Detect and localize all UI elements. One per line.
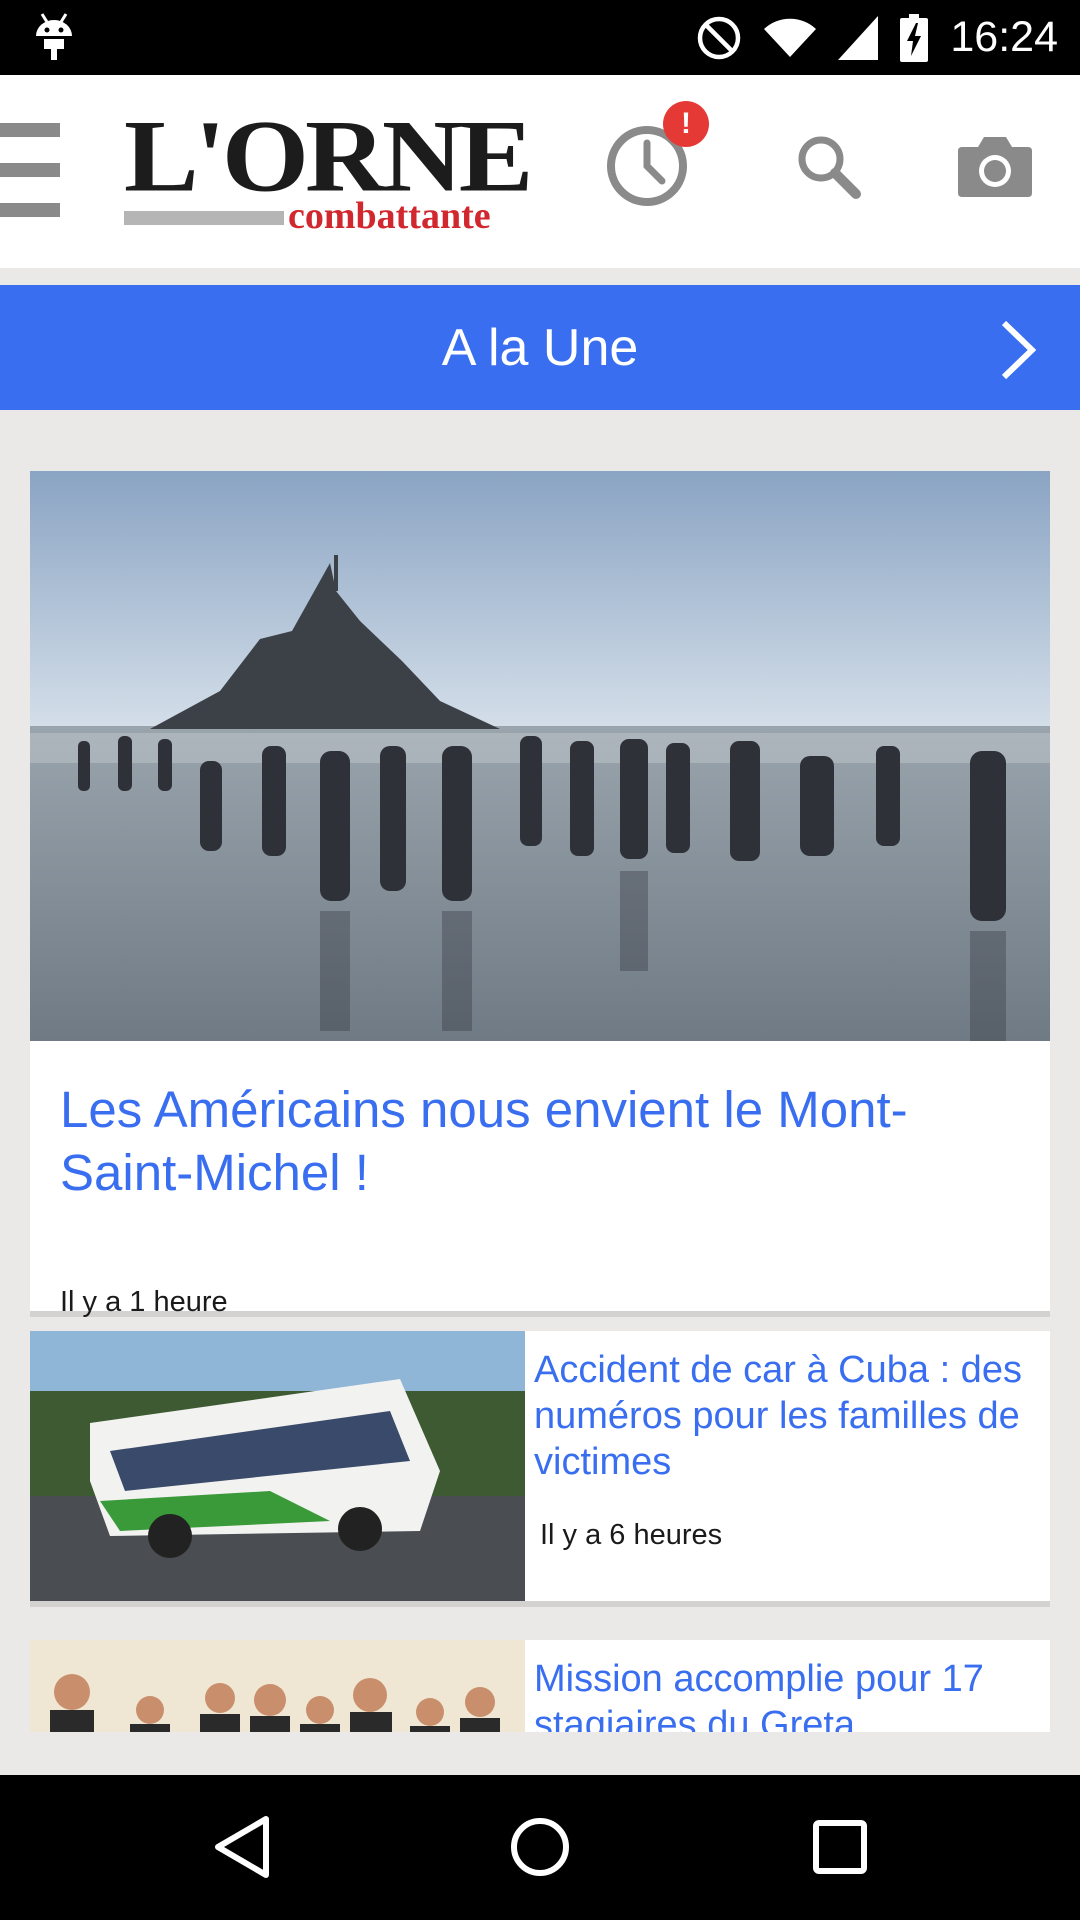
article-title[interactable]: Accident de car à Cuba : des numéros pou… <box>534 1347 1044 1485</box>
article-card[interactable]: Accident de car à Cuba : des numéros pou… <box>30 1331 1050 1601</box>
menu-icon[interactable] <box>0 123 64 219</box>
article-card-featured[interactable]: Les Américains nous envient le Mont-Sain… <box>30 471 1050 1318</box>
logo-underline <box>124 211 284 225</box>
article-title[interactable]: Les Américains nous envient le Mont-Sain… <box>60 1078 1020 1204</box>
cell-signal-icon <box>838 15 879 60</box>
article-feed[interactable]: Les Américains nous envient le Mont-Sain… <box>0 410 1080 1732</box>
mont-saint-michel-walkers-image[interactable] <box>30 471 1050 1041</box>
logo[interactable]: L'ORNE combattante <box>118 105 542 235</box>
recents-icon[interactable] <box>804 1811 876 1883</box>
article-timestamp: Il y a 1 heure <box>60 1286 228 1318</box>
article-timestamp: Il y a 6 heures <box>540 1519 723 1551</box>
notification-badge: ! <box>663 101 709 147</box>
search-icon[interactable] <box>795 133 861 199</box>
camera-icon[interactable] <box>958 135 1032 197</box>
back-icon[interactable] <box>206 1811 278 1883</box>
android-debug-icon <box>36 13 72 60</box>
battery-charging-icon <box>900 13 929 62</box>
logo-sub-text: combattante <box>288 195 491 237</box>
status-time: 16:24 <box>950 13 1058 61</box>
chevron-right-icon[interactable] <box>1000 319 1036 381</box>
wifi-icon <box>764 18 817 57</box>
section-bar[interactable]: A la Une <box>0 285 1080 410</box>
group-photo-image[interactable] <box>30 1640 525 1732</box>
app-header: L'ORNE combattante ! <box>0 75 1080 268</box>
crashed-bus-image[interactable] <box>30 1331 525 1601</box>
article-title[interactable]: Mission accomplie pour 17 stagiaires du … <box>534 1656 1044 1732</box>
logo-main-text: L'ORNE <box>124 99 533 214</box>
section-title: A la Une <box>441 318 639 377</box>
navigation-bar <box>0 1775 1080 1920</box>
article-card[interactable]: Mission accomplie pour 17 stagiaires du … <box>30 1640 1050 1732</box>
status-bar: 16:24 <box>0 0 1080 75</box>
home-icon[interactable] <box>504 1811 576 1883</box>
do-not-disturb-icon <box>698 16 741 59</box>
